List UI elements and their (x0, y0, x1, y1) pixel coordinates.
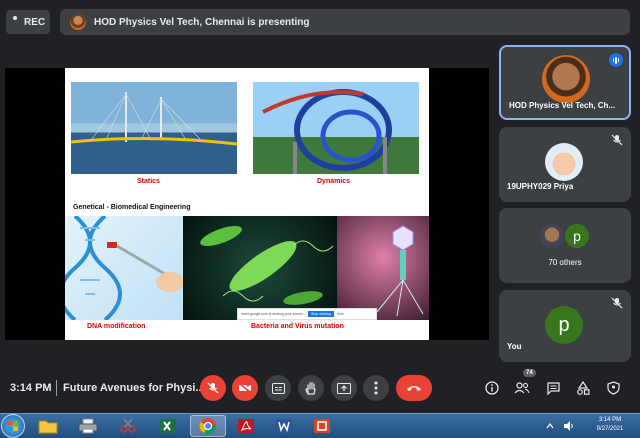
virus-image (337, 216, 429, 320)
divider (56, 380, 57, 396)
dynamics-caption: Dynamics (317, 178, 351, 185)
hand-icon (305, 381, 316, 395)
slide-heading: Genetical - Biomedical Engineering (73, 204, 191, 211)
participant-name: You (507, 342, 522, 351)
participant-tile-others[interactable]: p 70 others (499, 208, 631, 283)
activities-button[interactable] (575, 380, 591, 396)
recording-label: REC (24, 16, 46, 28)
start-button[interactable] (1, 414, 25, 438)
bacteria-image (183, 216, 337, 320)
meeting-clock: 3:14 PM (10, 382, 52, 394)
taskbar-powerpoint[interactable] (304, 415, 340, 437)
recording-indicator: REC (6, 10, 50, 34)
taskbar-chrome[interactable] (190, 415, 226, 437)
participant-tile-you[interactable]: p You (499, 290, 631, 362)
chat-button[interactable] (545, 380, 561, 396)
present-screen-button[interactable] (331, 375, 357, 401)
share-notification-text: meet.google.com is sharing your screen. (241, 312, 305, 316)
hang-up-icon (407, 386, 421, 391)
taskbar-printer[interactable] (70, 415, 106, 437)
meeting-details-button[interactable] (484, 380, 500, 396)
participant-name: HOD Physics Vel Tech, Ch... (509, 101, 616, 110)
presenting-banner: HOD Physics Vel Tech, Chennai is present… (60, 9, 630, 35)
tray-expand-icon[interactable] (545, 421, 555, 431)
camera-off-icon (238, 382, 252, 394)
present-icon (337, 382, 351, 394)
statics-caption: Statics (137, 178, 160, 185)
shield-icon (606, 381, 620, 395)
printer-icon (78, 418, 98, 434)
windows-logo-icon (8, 421, 18, 431)
you-avatar: p (545, 306, 583, 344)
volume-icon[interactable] (563, 420, 575, 432)
info-icon (485, 381, 499, 395)
mic-off-icon (611, 297, 623, 309)
word-icon (276, 419, 292, 433)
closed-captions-icon (271, 382, 285, 394)
taskbar-explorer[interactable] (30, 415, 66, 437)
screen-share-notification: meet.google.com is sharing your screen. … (237, 308, 377, 320)
presenter-avatar (70, 14, 86, 30)
hide-notification-button[interactable]: Hide (337, 312, 344, 316)
participant-tile-presenter[interactable]: HOD Physics Vel Tech, Ch... (499, 45, 631, 120)
chrome-icon (199, 418, 217, 435)
mic-off-icon (207, 382, 219, 394)
taskbar-excel[interactable] (150, 415, 186, 437)
others-avatar-photo (540, 224, 564, 248)
stop-sharing-button[interactable]: Stop sharing (308, 311, 334, 317)
camera-toggle-button[interactable] (232, 375, 258, 401)
people-icon (514, 382, 530, 394)
excel-icon (160, 419, 176, 433)
dna-image (65, 216, 183, 320)
captions-button[interactable] (265, 375, 291, 401)
chat-icon (546, 381, 560, 395)
dna-caption: DNA modification (87, 323, 146, 330)
taskbar-acrobat[interactable] (228, 415, 264, 437)
more-options-button[interactable] (363, 375, 389, 401)
priya-avatar (545, 143, 583, 181)
participant-name: 19UPHY029 Priya (507, 182, 574, 191)
shared-screen: Statics Dynamics Genetical - Biomedical … (5, 68, 489, 340)
participant-tile-priya[interactable]: 19UPHY029 Priya (499, 127, 631, 202)
microphone-toggle-button[interactable] (200, 375, 226, 401)
others-count-label: 70 others (548, 258, 582, 267)
presenting-text: HOD Physics Vel Tech, Chennai is present… (94, 16, 310, 28)
powerpoint-icon (314, 419, 330, 433)
presenter-avatar-large (542, 55, 590, 103)
bacteria-caption: Bacteria and Virus mutation (251, 323, 344, 330)
taskbar-clock-date[interactable]: 9/27/2021 (588, 426, 632, 432)
taskbar-clock-time[interactable]: 3:14 PM (588, 417, 632, 423)
host-controls-button[interactable] (605, 380, 621, 396)
mic-off-icon (611, 134, 623, 146)
bridge-image (71, 82, 237, 174)
others-avatar-letter: p (565, 224, 589, 248)
raise-hand-button[interactable] (298, 375, 324, 401)
folder-icon (38, 420, 58, 434)
speaking-indicator-icon (609, 53, 623, 67)
taskbar-snipping-tool[interactable] (110, 415, 146, 437)
leave-call-button[interactable] (396, 375, 432, 401)
more-vertical-icon (374, 381, 378, 395)
recording-dot-icon (13, 16, 17, 20)
participant-count-badge: 74 (523, 369, 536, 377)
participants-button[interactable] (514, 380, 530, 396)
meeting-title: Future Avenues for Physi... (63, 382, 205, 394)
scissors-icon (120, 418, 136, 433)
pdf-icon (238, 419, 254, 433)
roller-coaster-image (253, 82, 419, 174)
presentation-slide: Statics Dynamics Genetical - Biomedical … (65, 68, 429, 340)
shapes-icon (577, 381, 590, 395)
taskbar-word[interactable] (266, 415, 302, 437)
